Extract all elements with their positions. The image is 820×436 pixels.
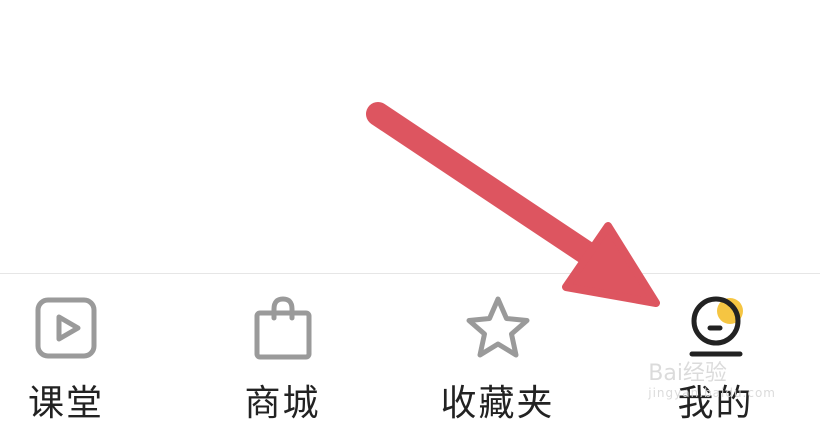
- star-icon: [466, 296, 529, 358]
- content-area: [0, 0, 820, 273]
- watermark-brand: Bai经验: [648, 361, 727, 386]
- tab-label: 课堂: [27, 383, 104, 424]
- watermark: Bai经验 jingyan.baidu.com: [648, 361, 776, 401]
- watermark-url: jingyan.baidu.com: [648, 386, 776, 400]
- tab-label: 商城: [244, 383, 321, 424]
- bottom-tab-bar: 课堂 商城 收藏夹 我的: [0, 274, 820, 436]
- tab-mine[interactable]: 我的: [648, 274, 783, 436]
- profile-icon: [689, 296, 743, 357]
- tab-mall[interactable]: 商城: [215, 274, 350, 436]
- tab-label: 收藏夹: [440, 383, 555, 424]
- shopping-bag-icon: [254, 296, 311, 360]
- play-square-icon: [35, 297, 97, 359]
- tab-classroom[interactable]: 课堂: [0, 274, 132, 436]
- tab-favorites[interactable]: 收藏夹: [430, 274, 565, 436]
